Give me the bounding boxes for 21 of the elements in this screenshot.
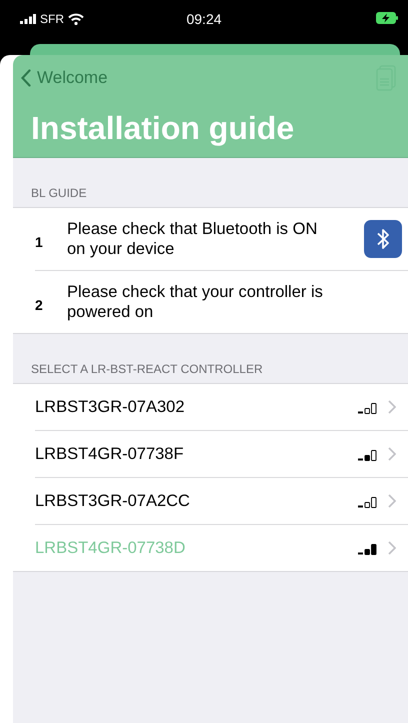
- controller-row[interactable]: LRBST3GR-07A2CC: [35, 478, 408, 525]
- wifi-icon: [68, 13, 84, 25]
- battery-charging-icon: [376, 12, 398, 24]
- section-header: BL GUIDE: [31, 186, 87, 200]
- step-text: Please check that your controller is powered on: [67, 282, 324, 322]
- chevron-left-icon: [21, 69, 31, 87]
- carrier-name: SFR: [40, 12, 64, 26]
- clock-time: 09:24: [186, 11, 222, 27]
- step-number: 1: [35, 233, 44, 250]
- step-number: 2: [35, 296, 44, 313]
- bluetooth-icon: [364, 220, 402, 258]
- chevron-right-icon: [388, 400, 396, 414]
- controller-row[interactable]: LRBST4GR-07738F: [35, 431, 408, 478]
- controller-row[interactable]: LRBST3GR-07A302: [35, 384, 408, 431]
- page-title: Installation guide: [31, 110, 296, 147]
- step-text: Please check that Bluetooth is ON on your device: [67, 219, 318, 259]
- cellular-signal-icon: [20, 14, 36, 24]
- chevron-right-icon: [388, 541, 396, 555]
- chevron-right-icon: [388, 447, 396, 461]
- section-header: SELECT A LR-BST-REACT CONTROLLER: [31, 362, 263, 376]
- chevron-right-icon: [388, 494, 396, 508]
